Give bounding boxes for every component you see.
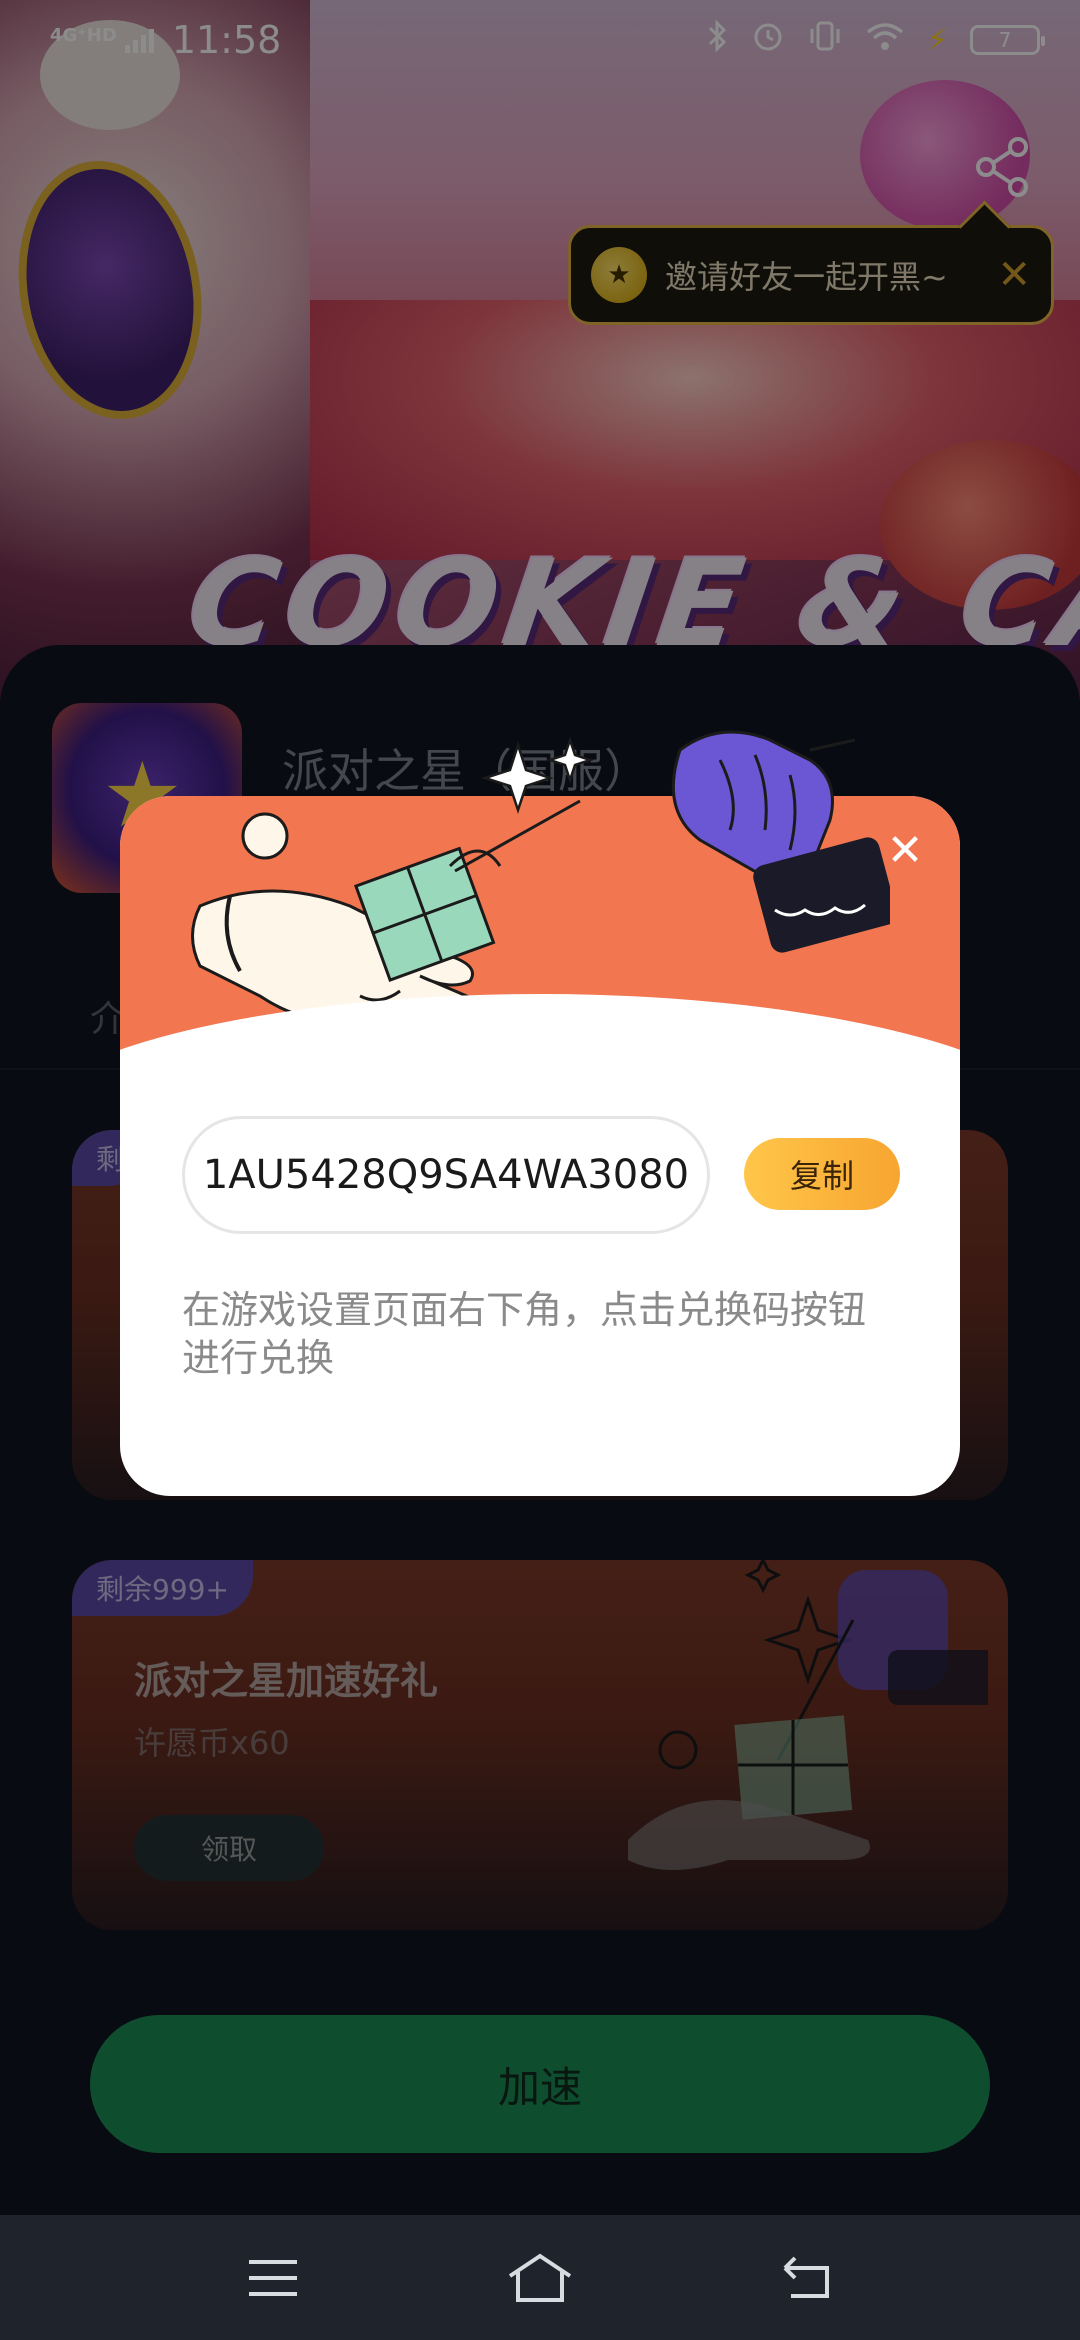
back-icon[interactable]: [762, 2243, 852, 2313]
purple-hand-illustration: [671, 730, 890, 953]
redeem-code-field[interactable]: 1AU5428Q9SA4WA3080: [182, 1116, 710, 1234]
sparkle-icon: [480, 736, 594, 814]
home-icon[interactable]: [495, 2243, 585, 2313]
menu-icon[interactable]: [228, 2243, 318, 2313]
copy-button[interactable]: 复制: [744, 1138, 900, 1210]
redeem-instructions: 在游戏设置页面右下角，点击兑换码按钮进行兑换: [182, 1288, 867, 1380]
system-nav-bar: [0, 2215, 1080, 2340]
